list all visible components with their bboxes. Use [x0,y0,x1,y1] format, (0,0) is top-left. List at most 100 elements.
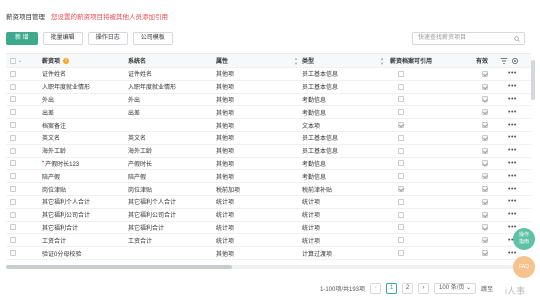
file-ref-checkbox[interactable] [398,109,404,116]
more-actions-icon[interactable]: ••• [508,70,517,77]
sort-icon[interactable]: ▲ ▼ [380,56,384,66]
page-title: 薪资项目管理 [6,14,45,21]
row-checkbox[interactable] [10,160,16,167]
vertical-scrollbar[interactable] [531,60,535,100]
table-row[interactable]: 英文名 英文名 其他项 员工基本信息 ••• [6,132,531,145]
effective-checkbox[interactable] [482,147,488,154]
effective-checkbox[interactable] [482,122,488,129]
row-checkbox[interactable] [10,186,16,193]
table-row[interactable]: 其它福利合计 其它福利合计 统计项 统计项 ••• [6,222,531,235]
company-template-button[interactable]: 公司模板 [132,32,173,45]
info-icon[interactable]: ! [63,57,70,64]
table-row[interactable]: 档案备注 其他项 文本项 ••• [6,119,531,132]
file-ref-checkbox[interactable] [398,186,404,193]
cell-type: 员工基本信息 [302,136,339,143]
filter-icon[interactable] [500,57,508,65]
more-actions-icon[interactable]: ••• [508,224,517,231]
more-actions-icon[interactable]: ••• [508,109,517,116]
effective-checkbox[interactable] [482,198,488,205]
table-row[interactable]: 岗位津贴 岗位津贴 税前加项 税前津补贴 ••• [6,183,531,196]
file-ref-checkbox[interactable] [398,96,404,103]
table-row[interactable]: 证件姓名 证件姓名 其他项 员工基本信息 ••• [6,68,531,81]
file-ref-checkbox[interactable] [398,224,404,231]
row-checkbox[interactable] [10,224,16,231]
file-ref-checkbox[interactable] [398,134,404,141]
row-checkbox[interactable] [10,250,16,257]
row-checkbox[interactable] [10,198,16,205]
operation-log-button[interactable]: 操作日志 [87,32,128,45]
more-actions-icon[interactable]: ••• [508,198,517,205]
table-row[interactable]: 陪产假 陪产假 其他项 考勤信息 ••• [6,170,531,184]
more-actions-icon[interactable]: ••• [508,186,517,193]
effective-checkbox[interactable] [482,237,488,244]
search-input[interactable]: 快速查找薪资项目 [412,32,525,45]
file-ref-checkbox[interactable] [398,83,404,90]
new-button[interactable]: 新 增 [6,32,38,45]
operation-guide-button[interactable]: 操作 指南 [513,228,535,250]
file-ref-checkbox[interactable] [398,122,404,129]
table-row[interactable]: 海外工龄 海外工龄 其他项 员工基本信息 ••• [6,145,531,158]
faq-button[interactable]: FAQ [513,256,535,278]
row-checkbox[interactable] [10,211,16,218]
more-actions-icon[interactable]: ••• [508,173,517,180]
table-row[interactable]: • 产假时长123 产假时长 其他项 考勤信息 ••• [6,158,531,171]
more-actions-icon[interactable]: ••• [508,83,517,90]
page-size-select[interactable]: 100 条/页 ⌄ [434,283,477,294]
chevron-down-icon[interactable]: ⌄ [18,58,22,64]
file-ref-checkbox[interactable] [398,250,404,257]
effective-checkbox[interactable] [482,83,488,90]
row-checkbox[interactable] [10,134,16,141]
file-ref-checkbox[interactable] [398,198,404,205]
row-checkbox[interactable] [10,109,16,116]
next-page-button[interactable]: › [418,283,430,294]
page-2-button[interactable]: 2 [402,283,414,294]
effective-checkbox[interactable] [482,134,488,141]
row-checkbox[interactable] [10,147,16,154]
row-checkbox[interactable] [10,96,16,103]
batch-edit-button[interactable]: 批量编辑 [42,32,83,45]
gear-icon[interactable] [511,57,519,65]
file-ref-checkbox[interactable] [398,173,404,180]
more-actions-icon[interactable]: ••• [508,122,517,129]
effective-checkbox[interactable] [482,96,488,103]
more-actions-icon[interactable]: ••• [508,134,517,141]
page-1-button[interactable]: 1 [386,283,398,294]
file-ref-checkbox[interactable] [398,147,404,154]
table-row[interactable]: 外出 外出 其他项 考勤信息 ••• [6,94,531,107]
effective-checkbox[interactable] [482,160,488,167]
horizontal-scrollbar[interactable] [6,265,531,269]
more-actions-icon[interactable]: ••• [508,160,517,167]
select-all-checkbox[interactable] [10,57,16,64]
file-ref-checkbox[interactable] [398,160,404,167]
effective-checkbox[interactable] [482,173,488,180]
table-row[interactable]: 验证0分母校验 其他项 计算过渡项 ••• [6,247,531,260]
file-ref-checkbox[interactable] [398,70,404,77]
row-checkbox[interactable] [10,173,16,180]
horizontal-scrollbar-thumb[interactable] [6,265,232,269]
search-icon[interactable] [514,36,520,42]
file-ref-checkbox[interactable] [398,211,404,218]
effective-checkbox[interactable] [482,250,488,257]
effective-checkbox[interactable] [482,211,488,218]
more-actions-icon[interactable]: ••• [508,147,517,154]
table-row[interactable]: 其它福利公司合计 其它福利公司合计 统计项 统计项 ••• [6,209,531,222]
cell-name: 其它福利公司合计 [42,213,91,220]
effective-checkbox[interactable] [482,109,488,116]
prev-page-button[interactable]: ‹ [370,283,382,294]
effective-checkbox[interactable] [482,70,488,77]
row-checkbox[interactable] [10,83,16,90]
effective-checkbox[interactable] [482,186,488,193]
table-row[interactable]: 出差 出差 其他项 考勤信息 ••• [6,106,531,120]
more-actions-icon[interactable]: ••• [508,250,517,257]
more-actions-icon[interactable]: ••• [508,96,517,103]
sort-icon[interactable]: ▲ ▼ [294,56,298,66]
table-row[interactable]: 其它福利个人合计 其它福利个人合计 统计项 统计项 ••• [6,196,531,209]
table-row[interactable]: 工资合计工资合计统计项统计项••• [6,234,531,248]
more-actions-icon[interactable]: ••• [508,211,517,218]
row-checkbox[interactable] [10,70,16,77]
row-checkbox[interactable] [10,237,16,244]
row-checkbox[interactable] [10,122,16,129]
effective-checkbox[interactable] [482,224,488,231]
table-row[interactable]: 入职年度就业情形 入职年度就业情形 其他项 员工基本信息 ••• [6,81,531,94]
file-ref-checkbox[interactable] [398,237,404,244]
